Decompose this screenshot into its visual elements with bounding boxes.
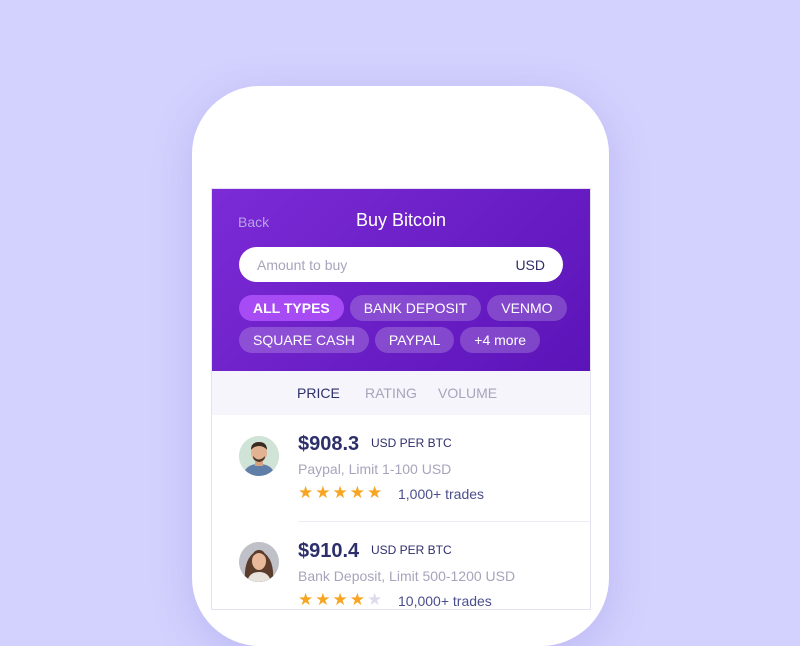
offer-trades: 10,000+ trades	[398, 593, 492, 609]
app-screen: Back Buy Bitcoin Amount to buy USD ALL T…	[211, 188, 591, 610]
avatar	[239, 542, 279, 582]
offer-method: Bank Deposit, Limit 500-1200 USD	[298, 568, 516, 584]
star-icon: ★	[298, 483, 314, 502]
sort-price-tab[interactable]: PRICE	[297, 385, 340, 401]
sort-volume-tab[interactable]: VOLUME	[438, 385, 497, 401]
star-icon: ★	[367, 483, 383, 502]
rating-stars: ★ ★ ★ ★ ★	[298, 483, 384, 503]
filter-chip-paypal[interactable]: PAYPAL	[374, 327, 455, 353]
sort-bar: PRICE RATING VOLUME	[212, 371, 590, 415]
offer-method: Paypal, Limit 1-100 USD	[298, 461, 452, 477]
offer-unit: USD PER BTC	[371, 543, 452, 557]
avatar	[239, 436, 279, 476]
star-icon: ★	[349, 590, 365, 609]
offer-unit: USD PER BTC	[371, 436, 452, 450]
amount-input[interactable]: Amount to buy USD	[239, 247, 563, 282]
filter-chip-venmo[interactable]: VENMO	[487, 295, 567, 321]
rating-stars: ★ ★ ★ ★ ★	[298, 590, 384, 609]
star-icon: ★	[315, 590, 331, 609]
currency-selector[interactable]: USD	[515, 257, 545, 273]
offer-row[interactable]: $910.4 USD PER BTC Bank Deposit, Limit 5…	[212, 522, 590, 609]
filter-chip-all-types[interactable]: ALL TYPES	[239, 295, 344, 321]
star-icon: ★	[332, 483, 348, 502]
star-icon: ★	[315, 483, 331, 502]
payment-filter-chips: ALL TYPES BANK DEPOSIT VENMO SQUARE CASH…	[239, 295, 579, 359]
filter-chip-bank-deposit[interactable]: BANK DEPOSIT	[349, 295, 482, 321]
offer-price: $908.3	[298, 433, 360, 455]
star-icon: ★	[298, 590, 314, 609]
filter-chip-more[interactable]: +4 more	[460, 327, 541, 353]
star-icon: ★	[332, 590, 348, 609]
filter-chip-square-cash[interactable]: SQUARE CASH	[239, 327, 369, 353]
header: Back Buy Bitcoin Amount to buy USD ALL T…	[212, 189, 590, 371]
amount-placeholder: Amount to buy	[257, 256, 348, 273]
star-icon: ★	[367, 590, 383, 609]
offer-row[interactable]: $908.3 USD PER BTC Paypal, Limit 1-100 U…	[212, 415, 590, 521]
page-title: Buy Bitcoin	[355, 210, 447, 230]
offer-price: $910.4	[298, 540, 360, 562]
star-icon: ★	[349, 483, 365, 502]
offer-trades: 1,000+ trades	[398, 486, 485, 502]
sort-rating-tab[interactable]: RATING	[365, 385, 417, 401]
